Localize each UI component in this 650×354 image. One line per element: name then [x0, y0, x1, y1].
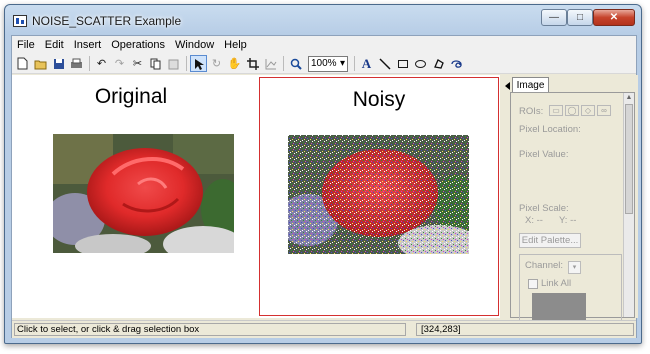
- edit-palette-button[interactable]: Edit Palette...: [519, 233, 581, 248]
- copy-icon[interactable]: [147, 55, 164, 72]
- y-readout: Y: --: [559, 215, 577, 226]
- noisy-panel-selected[interactable]: Noisy: [259, 77, 499, 316]
- rotate-icon[interactable]: ↻: [208, 55, 225, 72]
- scroll-up-icon[interactable]: ▲: [625, 94, 633, 103]
- app-window: NOISE_SCATTER Example — □ ✕ File Edit In…: [4, 4, 642, 344]
- roi-ellipse-icon[interactable]: ◯: [565, 105, 579, 116]
- undo-icon[interactable]: ↶: [93, 55, 110, 72]
- cut-icon[interactable]: ✂: [129, 55, 146, 72]
- original-title: Original: [94, 85, 168, 108]
- menu-operations[interactable]: Operations: [106, 36, 170, 54]
- close-button[interactable]: ✕: [593, 9, 635, 26]
- paste-icon[interactable]: [165, 55, 182, 72]
- panel-scrollbar[interactable]: ▲: [623, 93, 634, 317]
- channel-label: Channel:: [525, 260, 564, 271]
- polygon-icon[interactable]: [448, 55, 465, 72]
- line-icon[interactable]: [376, 55, 393, 72]
- chevron-down-icon: ▾: [572, 264, 577, 271]
- title-bar[interactable]: NOISE_SCATTER Example — □ ✕: [5, 5, 641, 35]
- pan-hand-icon[interactable]: ✋: [226, 55, 243, 72]
- channel-select[interactable]: ▾: [568, 261, 581, 274]
- menu-insert[interactable]: Insert: [69, 36, 107, 54]
- toolbar-separator: [283, 56, 284, 71]
- text-icon[interactable]: A: [358, 55, 375, 72]
- pixel-value-label: Pixel Value:: [519, 149, 569, 160]
- freehand-roi-icon[interactable]: [430, 55, 447, 72]
- print-icon[interactable]: [68, 55, 85, 72]
- image-info-panel: Image ROIs: ▭ ◯ ◇ ∞ Pixel Location: Pixe…: [501, 75, 638, 327]
- collapse-panel-icon[interactable]: [505, 82, 510, 90]
- crop-icon[interactable]: [244, 55, 261, 72]
- status-coordinates: [324,283]: [416, 323, 634, 336]
- menu-edit[interactable]: Edit: [40, 36, 69, 54]
- plot-icon[interactable]: [262, 55, 279, 72]
- new-file-icon[interactable]: [14, 55, 31, 72]
- open-folder-icon[interactable]: [32, 55, 49, 72]
- scrollbar-thumb[interactable]: [625, 104, 633, 214]
- roi-polygon-icon[interactable]: ∞: [597, 105, 611, 116]
- status-hint: Click to select, or click & drag selecti…: [14, 323, 406, 336]
- rois-label: ROIs:: [519, 106, 544, 117]
- client-area: File Edit Insert Operations Window Help …: [11, 35, 638, 338]
- x-readout: X: --: [525, 215, 543, 226]
- roi-tool-group: ▭ ◯ ◇ ∞: [549, 105, 611, 116]
- channel-group: Channel: ▾ Link All: [519, 254, 622, 327]
- roi-rectangle-icon[interactable]: ▭: [549, 105, 563, 116]
- pixel-scale-label: Pixel Scale:: [519, 203, 569, 214]
- minimize-button[interactable]: —: [541, 9, 567, 26]
- ellipse-icon[interactable]: [412, 55, 429, 72]
- chevron-down-icon: ▾: [339, 58, 345, 69]
- original-panel[interactable]: Original: [14, 75, 248, 315]
- toolbar-separator: [89, 56, 90, 71]
- original-rose-image[interactable]: [53, 134, 234, 253]
- link-all-checkbox[interactable]: [528, 279, 538, 289]
- tab-image[interactable]: Image: [512, 77, 549, 93]
- toolbar-separator: [186, 56, 187, 71]
- app-icon: [13, 15, 27, 27]
- zoom-select[interactable]: 100% ▾: [308, 55, 348, 72]
- zoom-value: 100%: [311, 58, 337, 69]
- rectangle-icon[interactable]: [394, 55, 411, 72]
- menu-window[interactable]: Window: [170, 36, 219, 54]
- status-bar: Click to select, or click & drag selecti…: [12, 320, 636, 338]
- menu-bar: File Edit Insert Operations Window Help: [12, 36, 636, 54]
- window-controls: — □ ✕: [541, 9, 635, 26]
- link-all-label: Link All: [541, 278, 572, 289]
- toolbar-separator: [354, 56, 355, 71]
- zoom-icon[interactable]: [287, 55, 304, 72]
- pixel-location-label: Pixel Location:: [519, 124, 581, 135]
- image-canvas[interactable]: Original Noisy: [12, 75, 500, 318]
- noisy-title: Noisy: [352, 88, 406, 111]
- select-arrow-icon[interactable]: [190, 55, 207, 72]
- roi-freehand-icon[interactable]: ◇: [581, 105, 595, 116]
- maximize-button[interactable]: □: [567, 9, 593, 26]
- redo-icon[interactable]: ↷: [111, 55, 128, 72]
- menu-file[interactable]: File: [12, 36, 40, 54]
- window-title: NOISE_SCATTER Example: [32, 14, 182, 28]
- menu-help[interactable]: Help: [219, 36, 252, 54]
- save-icon[interactable]: [50, 55, 67, 72]
- toolbar: ↶ ↷ ✂ ↻ ✋ 100% ▾ A: [12, 54, 636, 74]
- noisy-rose-image[interactable]: [288, 135, 469, 254]
- image-tab-body: ROIs: ▭ ◯ ◇ ∞ Pixel Location: Pixel Valu…: [510, 92, 635, 327]
